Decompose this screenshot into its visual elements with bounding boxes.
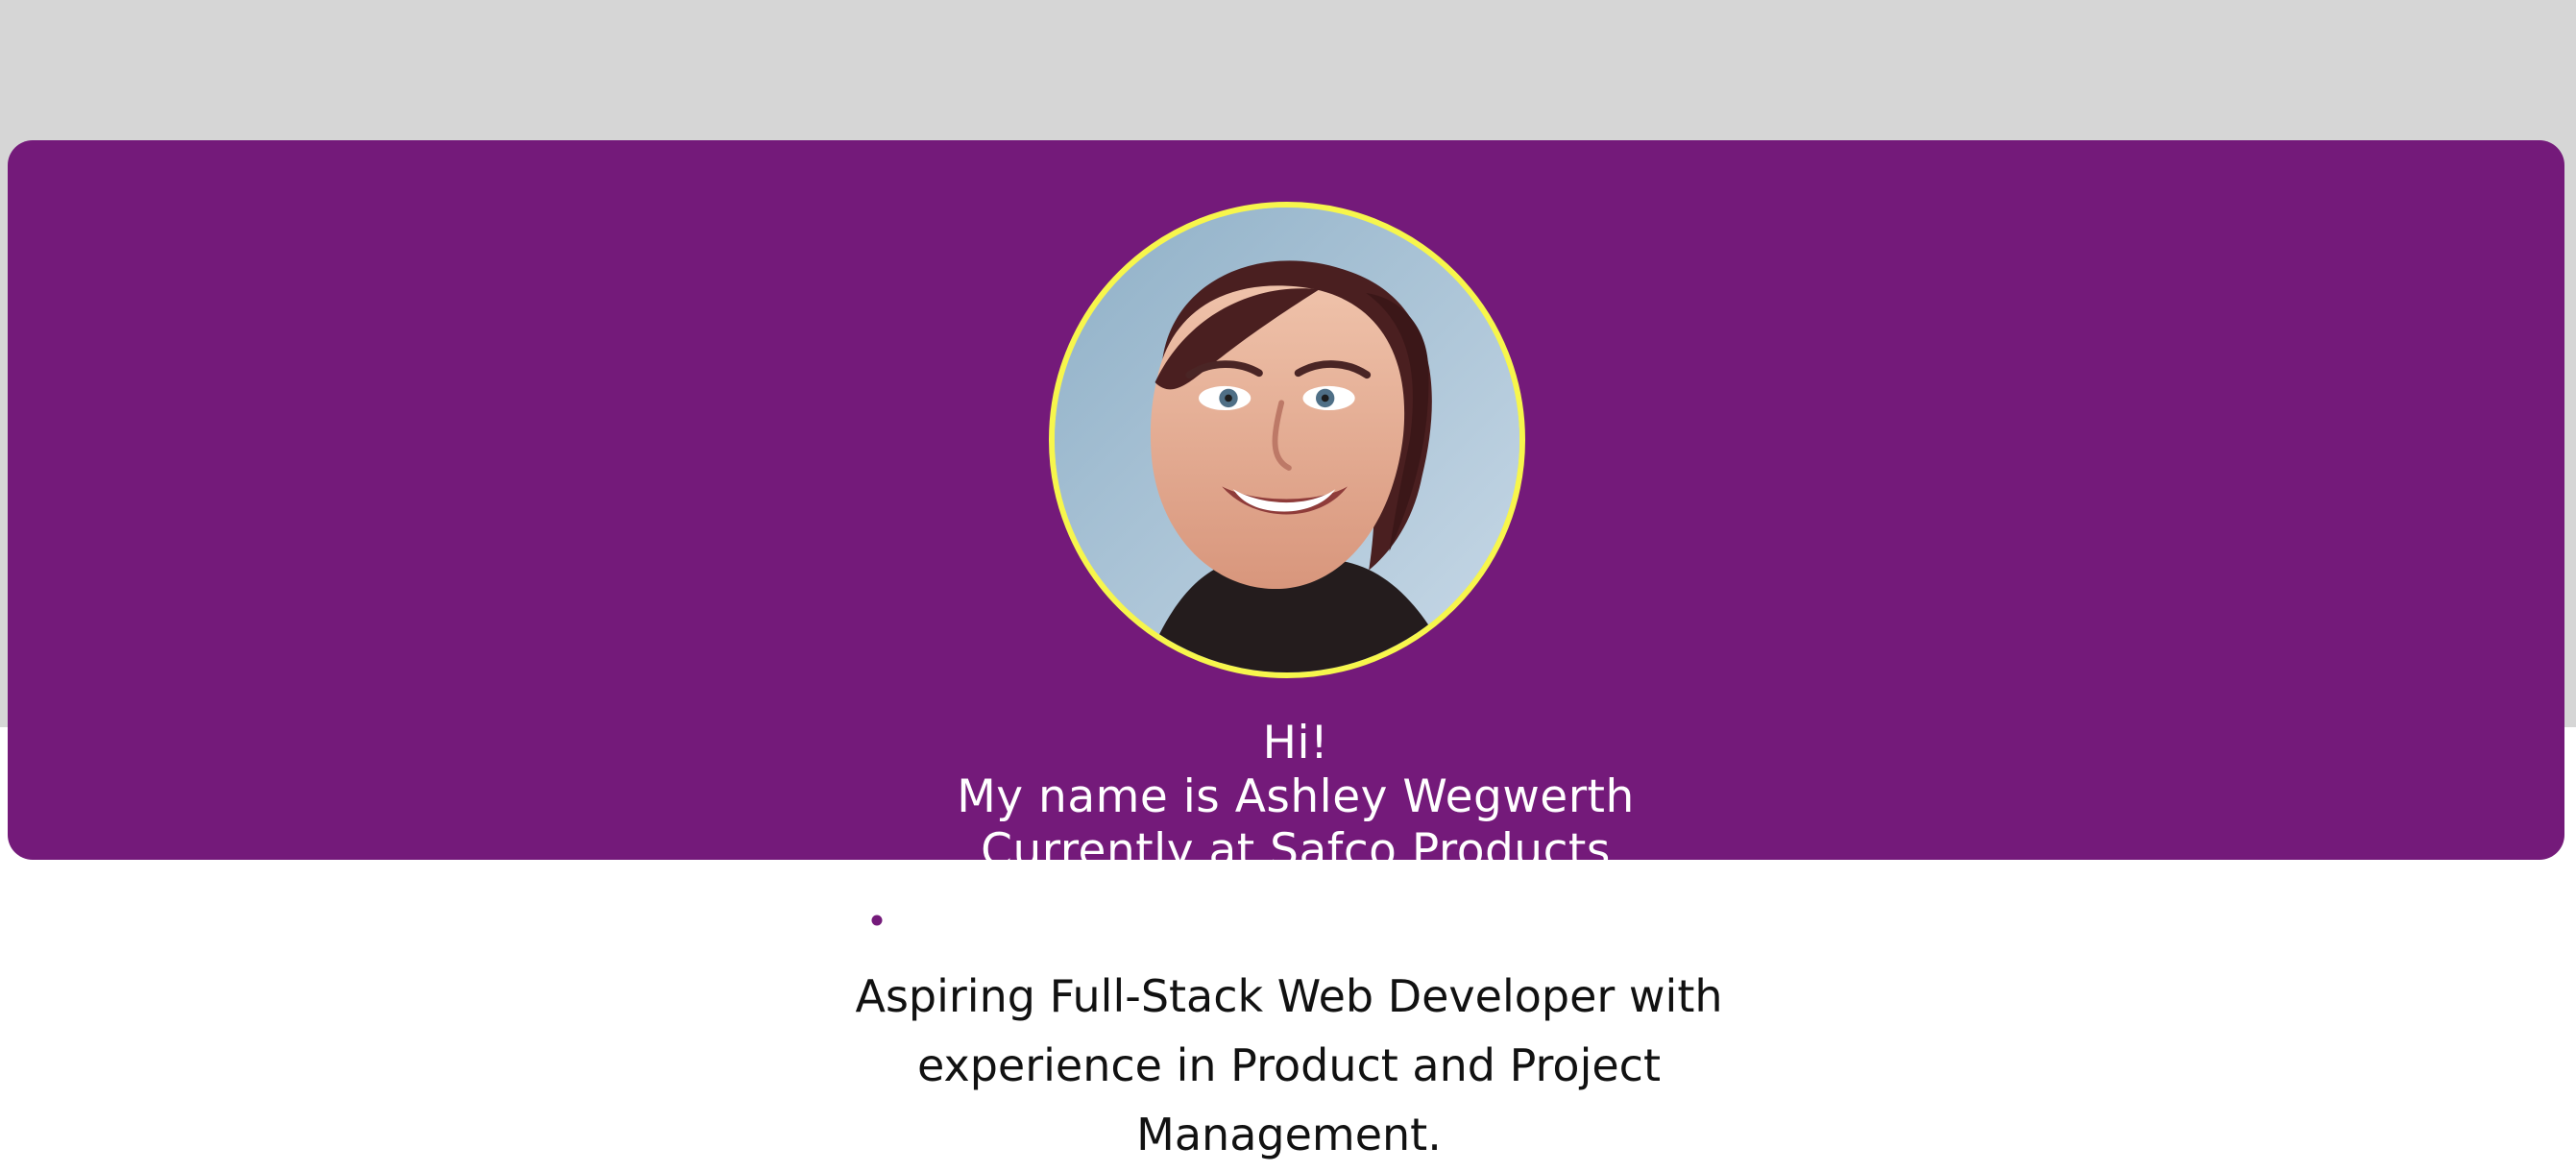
location-text: Minneapolis, MN [906, 899, 1300, 955]
blog-label: blog [1631, 899, 1736, 955]
rss-icon [1582, 906, 1624, 948]
github-label: GitHub [1382, 899, 1549, 955]
location-item: Minneapolis, MN [856, 893, 1300, 961]
profile-card: Hi! My name is Ashley Wegwerth Currently… [8, 140, 2564, 955]
intro-text: Hi! My name is Ashley Wegwerth Currently… [8, 717, 2576, 878]
blog-link[interactable]: blog [1582, 893, 1736, 961]
github-link[interactable]: GitHub [1333, 893, 1549, 961]
avatar-photo [1055, 208, 1519, 672]
profile-avatar [1049, 202, 1525, 678]
company-line: Currently at Safco Products [981, 824, 1611, 877]
greeting: Hi! [1262, 717, 1329, 769]
map-marker-icon [856, 906, 898, 948]
name-line: My name is Ashley Wegwerth [957, 770, 1635, 823]
profile-links: Minneapolis, MN GitHub blog [8, 893, 2576, 961]
bio-summary: Aspiring Full-Stack Web Developer with e… [855, 970, 1723, 1160]
portfolio-page: Hi! My name is Ashley Wegwerth Currently… [0, 0, 2576, 1172]
github-icon [1333, 906, 1375, 948]
